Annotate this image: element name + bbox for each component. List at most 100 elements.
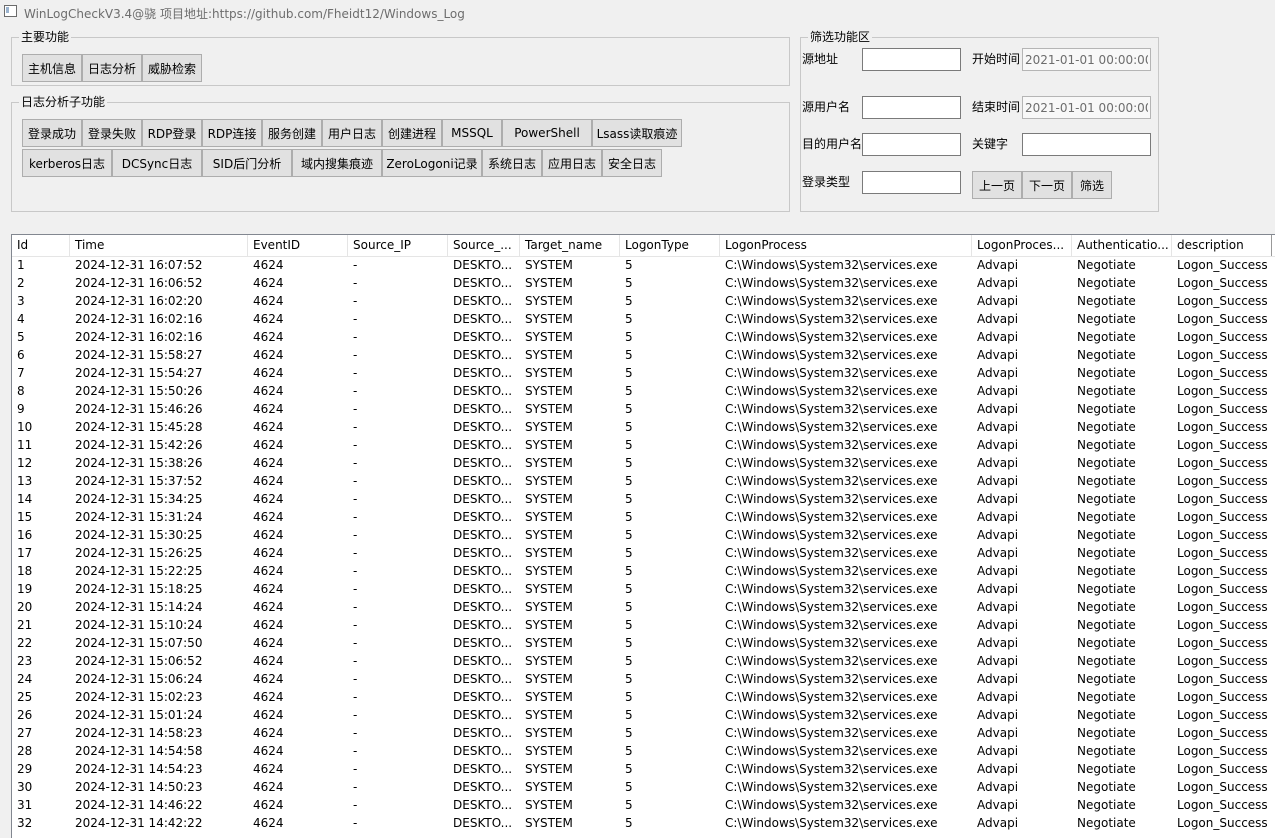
source-addr-input[interactable] — [862, 48, 961, 71]
threat-search-button[interactable]: 威胁检索 — [142, 54, 202, 82]
end-time-input[interactable] — [1022, 96, 1151, 119]
domain-recon-trace-button[interactable]: 域内搜集痕迹 — [292, 149, 382, 177]
table-row[interactable]: 7 2024-12-31 15:54:27 4624 - DESKTO... SYSTEM… — [12, 365, 1275, 383]
next-page-button[interactable]: 下一页 — [1022, 171, 1072, 199]
cell-description: Logon_Success — [1177, 276, 1268, 290]
table-row[interactable]: 3 2024-12-31 16:02:20 4624 - DESKTO... SYSTEM… — [12, 293, 1275, 311]
table-row[interactable]: 9 2024-12-31 15:46:26 4624 - DESKTO... SYSTEM… — [12, 401, 1275, 419]
table-row[interactable]: 18 2024-12-31 15:22:25 4624 - DESKTO... SYSTE… — [12, 563, 1275, 581]
service-create-button[interactable]: 服务创建 — [262, 119, 322, 147]
source-user-input[interactable] — [862, 96, 961, 119]
system-log-button[interactable]: 系统日志 — [482, 149, 542, 177]
cell-authentication: Negotiate — [1077, 600, 1136, 614]
zerologon-record-button[interactable]: ZeroLogoni记录 — [382, 149, 482, 177]
prev-page-button[interactable]: 上一页 — [972, 171, 1022, 199]
login-failure-button[interactable]: 登录失败 — [82, 119, 142, 147]
cell-logon-type: 5 — [625, 294, 633, 308]
column-header-logon-process[interactable]: LogonProcess — [720, 235, 972, 256]
cell-logon-type: 5 — [625, 276, 633, 290]
lsass-read-trace-button[interactable]: Lsass读取痕迹 — [592, 119, 682, 147]
table-row[interactable]: 22 2024-12-31 15:07:50 4624 - DESKTO... SYSTE… — [12, 635, 1275, 653]
cell-logon-process-name: Advapi — [977, 690, 1019, 704]
cell-logon-type: 5 — [625, 384, 633, 398]
column-header-id[interactable]: Id — [12, 235, 70, 256]
table-row[interactable]: 20 2024-12-31 15:14:24 4624 - DESKTO... SYSTE… — [12, 599, 1275, 617]
target-user-input[interactable] — [862, 133, 961, 156]
create-process-button[interactable]: 创建进程 — [382, 119, 442, 147]
mssql-button[interactable]: MSSQL — [442, 119, 502, 147]
column-header-logon-type[interactable]: LogonType — [620, 235, 720, 256]
table-row[interactable]: 16 2024-12-31 15:30:25 4624 - DESKTO... SYSTE… — [12, 527, 1275, 545]
dcsync-log-button[interactable]: DCSync日志 — [112, 149, 202, 177]
filter-button[interactable]: 筛选 — [1072, 171, 1112, 199]
keyword-input[interactable] — [1022, 133, 1151, 156]
cell-source-ip: - — [353, 492, 358, 506]
table-row[interactable]: 4 2024-12-31 16:02:16 4624 - DESKTO... SYSTEM… — [12, 311, 1275, 329]
cell-source-name: DESKTO... — [453, 330, 513, 344]
cell-source-name: DESKTO... — [453, 456, 513, 470]
cell-description: Logon_Success — [1177, 672, 1268, 686]
table-row[interactable]: 21 2024-12-31 15:10:24 4624 - DESKTO... SYSTE… — [12, 617, 1275, 635]
table-row[interactable]: 8 2024-12-31 15:50:26 4624 - DESKTO... SYSTEM… — [12, 383, 1275, 401]
powershell-button[interactable]: PowerShell — [502, 119, 592, 147]
table-row[interactable]: 26 2024-12-31 15:01:24 4624 - DESKTO... SYSTE… — [12, 707, 1275, 725]
column-header-logon-process-name[interactable]: LogonProces... — [972, 235, 1072, 256]
cell-logon-process: C:\Windows\System32\services.exe — [725, 510, 938, 524]
sid-backdoor-button[interactable]: SID后门分析 — [202, 149, 292, 177]
table-row[interactable]: 15 2024-12-31 15:31:24 4624 - DESKTO... SYSTE… — [12, 509, 1275, 527]
column-header-description[interactable]: description — [1172, 235, 1272, 256]
table-row[interactable]: 32 2024-12-31 14:42:22 4624 - DESKTO... SYSTE… — [12, 815, 1275, 833]
kerberos-log-button[interactable]: kerberos日志 — [22, 149, 112, 177]
column-header-event-id[interactable]: EventID — [248, 235, 348, 256]
cell-source-ip: - — [353, 636, 358, 650]
log-analysis-button[interactable]: 日志分析 — [82, 54, 142, 82]
login-success-button[interactable]: 登录成功 — [22, 119, 82, 147]
cell-logon-type: 5 — [625, 816, 633, 830]
rdp-login-button[interactable]: RDP登录 — [142, 119, 202, 147]
start-time-label: 开始时间 — [972, 52, 1021, 66]
cell-logon-process: C:\Windows\System32\services.exe — [725, 546, 938, 560]
logon-type-input[interactable] — [862, 171, 961, 194]
cell-logon-type: 5 — [625, 312, 633, 326]
table-row[interactable]: 30 2024-12-31 14:50:23 4624 - DESKTO... SYSTE… — [12, 779, 1275, 797]
table-row[interactable]: 14 2024-12-31 15:34:25 4624 - DESKTO... SYSTE… — [12, 491, 1275, 509]
user-log-button[interactable]: 用户日志 — [322, 119, 382, 147]
column-header-target-name[interactable]: Target_name — [520, 235, 620, 256]
column-header-source-name[interactable]: Source_... — [448, 235, 520, 256]
table-row[interactable]: 17 2024-12-31 15:26:25 4624 - DESKTO... SYSTE… — [12, 545, 1275, 563]
table-row[interactable]: 11 2024-12-31 15:42:26 4624 - DESKTO... SYSTE… — [12, 437, 1275, 455]
table-row[interactable]: 29 2024-12-31 14:54:23 4624 - DESKTO... SYSTE… — [12, 761, 1275, 779]
rdp-connect-button[interactable]: RDP连接 — [202, 119, 262, 147]
log-table[interactable]: Id Time EventID Source_IP Source_... Target_n… — [11, 234, 1275, 838]
log-sub-functions-legend: 日志分析子功能 — [19, 95, 108, 109]
cell-source-name: DESKTO... — [453, 402, 513, 416]
table-row[interactable]: 28 2024-12-31 14:54:58 4624 - DESKTO... SYSTE… — [12, 743, 1275, 761]
table-row[interactable]: 5 2024-12-31 16:02:16 4624 - DESKTO... SYSTEM… — [12, 329, 1275, 347]
table-row[interactable]: 23 2024-12-31 15:06:52 4624 - DESKTO... SYSTE… — [12, 653, 1275, 671]
table-row[interactable]: 12 2024-12-31 15:38:26 4624 - DESKTO... SYSTE… — [12, 455, 1275, 473]
table-row[interactable]: 27 2024-12-31 14:58:23 4624 - DESKTO... SYSTE… — [12, 725, 1275, 743]
column-header-time[interactable]: Time — [70, 235, 248, 256]
host-info-button[interactable]: 主机信息 — [22, 54, 82, 82]
table-row[interactable]: 1 2024-12-31 16:07:52 4624 - DESKTO... SYSTEM… — [12, 257, 1275, 275]
cell-time: 2024-12-31 16:02:16 — [75, 312, 203, 326]
cell-time: 2024-12-31 15:46:26 — [75, 402, 203, 416]
cell-source-ip: - — [353, 528, 358, 542]
cell-logon-process-name: Advapi — [977, 618, 1019, 632]
table-row[interactable]: 24 2024-12-31 15:06:24 4624 - DESKTO... SYSTE… — [12, 671, 1275, 689]
table-row[interactable]: 19 2024-12-31 15:18:25 4624 - DESKTO... SYSTE… — [12, 581, 1275, 599]
table-row[interactable]: 13 2024-12-31 15:37:52 4624 - DESKTO... SYSTE… — [12, 473, 1275, 491]
column-header-authentication[interactable]: Authenticatio... — [1072, 235, 1172, 256]
cell-event-id: 4624 — [253, 276, 284, 290]
column-header-source-ip[interactable]: Source_IP — [348, 235, 448, 256]
cell-authentication: Negotiate — [1077, 636, 1136, 650]
security-log-button[interactable]: 安全日志 — [602, 149, 662, 177]
table-row[interactable]: 31 2024-12-31 14:46:22 4624 - DESKTO... SYSTE… — [12, 797, 1275, 815]
start-time-input[interactable] — [1022, 48, 1151, 71]
table-row[interactable]: 25 2024-12-31 15:02:23 4624 - DESKTO... SYSTE… — [12, 689, 1275, 707]
table-row[interactable]: 2 2024-12-31 16:06:52 4624 - DESKTO... SYSTEM… — [12, 275, 1275, 293]
table-row[interactable]: 10 2024-12-31 15:45:28 4624 - DESKTO... SYSTE… — [12, 419, 1275, 437]
table-row[interactable]: 6 2024-12-31 15:58:27 4624 - DESKTO... SYSTEM… — [12, 347, 1275, 365]
application-log-button[interactable]: 应用日志 — [542, 149, 602, 177]
cell-event-id: 4624 — [253, 762, 284, 776]
